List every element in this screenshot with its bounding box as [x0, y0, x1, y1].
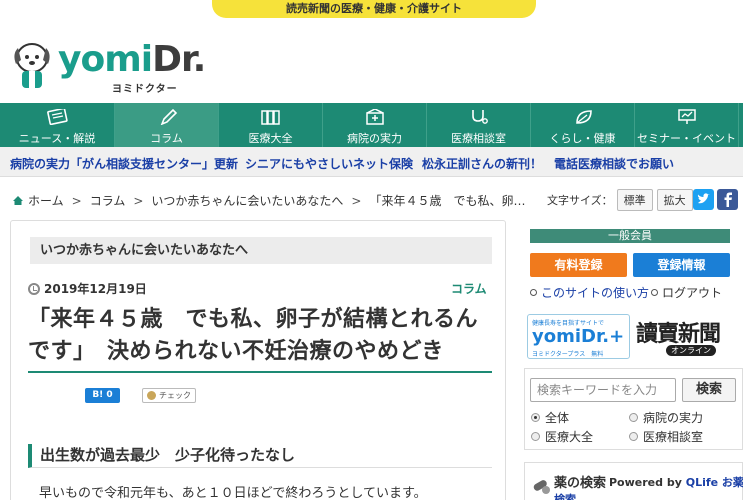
- yomidr-plus-banner[interactable]: 健康長寿を目指すサイトで yomiDr.+ ヨミドクタープラス 無料: [527, 314, 630, 359]
- paid-register-button[interactable]: 有料登録: [530, 253, 627, 277]
- article-body-text: 早いもので令和元年も、あと１０日ほどで終わろうとしています。: [39, 486, 427, 500]
- breadcrumb-column[interactable]: コラム: [90, 192, 126, 209]
- twitter-icon[interactable]: [693, 189, 714, 210]
- promo-link-senior-insurance[interactable]: シニアにもやさしいネット保険: [245, 155, 413, 172]
- breadcrumb-current: 「来年４５歳 でも私、卵…: [369, 194, 526, 208]
- search-scope-encyclopedia[interactable]: 医療大全: [531, 428, 593, 445]
- howto-link[interactable]: このサイトの使い方: [530, 284, 649, 301]
- member-box: 一般会員 有料登録 登録情報 このサイトの使い方 ログアウト: [521, 220, 743, 310]
- top-banner: 読売新聞の医療・健康・介護サイト: [0, 0, 743, 20]
- font-size-standard-button[interactable]: 標準: [616, 189, 653, 211]
- article-date: 2019年12月19日: [28, 280, 147, 297]
- drug-search-box: 薬の検索 Powered by QLife お薬 検索: [524, 462, 743, 500]
- radio-icon: [531, 432, 540, 441]
- mixi-check-button[interactable]: チェック: [142, 388, 196, 403]
- top-banner-pill[interactable]: 読売新聞の医療・健康・介護サイト: [212, 0, 536, 18]
- font-size-large-button[interactable]: 拡大: [656, 189, 693, 211]
- series-header[interactable]: いつか赤ちゃんに会いたいあなたへ: [30, 237, 492, 264]
- newspaper-icon: [47, 109, 68, 125]
- search-scope-all[interactable]: 全体: [531, 409, 569, 426]
- home-icon: [13, 196, 23, 205]
- breadcrumb: ホーム > コラム > いつか赤ちゃんに会いたいあなたへ > 「来年４５歳 でも…: [12, 192, 526, 209]
- logo-wordmark: yomiDr.: [58, 39, 206, 80]
- nav-item-life[interactable]: くらし・健康: [531, 103, 635, 147]
- leaf-icon: [576, 110, 592, 124]
- promo-link-new-book[interactable]: 松永正訓さんの新刊！: [422, 155, 542, 172]
- article-card: いつか赤ちゃんに会いたいあなたへ 2019年12月19日 コラム 「来年４５歳 …: [10, 220, 506, 500]
- main-nav: ニュース・解説 コラム 医療大全 病院の実力 医療相談室 くらし・健康 セミナー…: [0, 103, 743, 147]
- presentation-icon: [678, 109, 696, 124]
- logout-link[interactable]: ログアウト: [651, 284, 722, 301]
- breadcrumb-home[interactable]: ホーム: [28, 192, 64, 209]
- site-logo[interactable]: yomiDr. ヨミドクター: [10, 39, 206, 95]
- article-title: 「来年４５歳 でも私、卵子が結構とれるん です」 決められない不妊治療のやめどき: [28, 307, 479, 364]
- account-info-button[interactable]: 登録情報: [633, 253, 730, 277]
- breadcrumb-separator: >: [133, 193, 144, 208]
- drug-search-link[interactable]: 検索: [554, 491, 576, 500]
- hatena-bookmark-button[interactable]: B! 0: [85, 388, 120, 403]
- search-scope-hospital[interactable]: 病院の実力: [629, 409, 703, 426]
- books-icon: [261, 110, 280, 125]
- facebook-icon[interactable]: [717, 189, 738, 210]
- dog-doctor-icon: [14, 43, 50, 88]
- radio-icon: [629, 413, 638, 422]
- site-search-box: 検索キーワードを入力 検索 全体 病院の実力 医療大全 医療相談室: [524, 368, 743, 450]
- bullet-icon: [651, 289, 658, 296]
- clock-icon: [28, 282, 40, 295]
- nav-item-news[interactable]: ニュース・解説: [0, 103, 115, 147]
- section-heading: 出生数が過去最少 少子化待ったなし: [28, 444, 492, 468]
- search-button[interactable]: 検索: [682, 378, 736, 402]
- breadcrumb-series[interactable]: いつか赤ちゃんに会いたいあなたへ: [151, 192, 343, 209]
- radio-icon: [629, 432, 638, 441]
- nav-item-column[interactable]: コラム: [115, 103, 219, 147]
- qlife-link[interactable]: QLife お薬: [686, 476, 743, 489]
- radio-selected-icon: [531, 413, 540, 422]
- font-size-switcher: 文字サイズ： 標準 拡大: [547, 189, 693, 211]
- pen-icon: [160, 109, 178, 125]
- mixi-icon: [147, 391, 156, 400]
- hospital-icon: [366, 109, 384, 125]
- font-size-label: 文字サイズ：: [547, 194, 613, 207]
- powered-by-label: Powered by QLife お薬: [609, 476, 743, 489]
- member-type-label: 一般会員: [530, 229, 730, 243]
- nav-item-hospital[interactable]: 病院の実力: [323, 103, 427, 147]
- logo-kana: ヨミドクター: [112, 84, 178, 95]
- yomiuri-online-banner[interactable]: 讀賣新聞 オンライン: [636, 314, 736, 359]
- breadcrumb-separator: >: [71, 193, 82, 208]
- title-underline: [28, 371, 492, 373]
- promo-link-phone-consult[interactable]: 電話医療相談でお願い: [554, 155, 674, 172]
- nav-item-encyclopedia[interactable]: 医療大全: [219, 103, 323, 147]
- search-input[interactable]: 検索キーワードを入力: [530, 378, 676, 402]
- article-category[interactable]: コラム: [451, 280, 487, 297]
- stethoscope-icon: [472, 110, 488, 124]
- drug-search-title: 薬の検索: [554, 476, 607, 491]
- promo-links-bar: 病院の実力「がん相談支援センター」更新 シニアにもやさしいネット保険 松永正訓さ…: [0, 147, 743, 177]
- promo-link-hospital-center[interactable]: 病院の実力「がん相談支援センター」更新: [10, 155, 238, 172]
- breadcrumb-separator: >: [351, 193, 362, 208]
- bullet-icon: [530, 289, 537, 296]
- top-banner-text: 読売新聞の医療・健康・介護サイト: [286, 2, 462, 15]
- pill-icon: [533, 480, 550, 494]
- nav-item-consult[interactable]: 医療相談室: [427, 103, 531, 147]
- search-scope-consult[interactable]: 医療相談室: [629, 428, 703, 445]
- nav-item-seminar[interactable]: セミナー・イベント: [635, 103, 739, 147]
